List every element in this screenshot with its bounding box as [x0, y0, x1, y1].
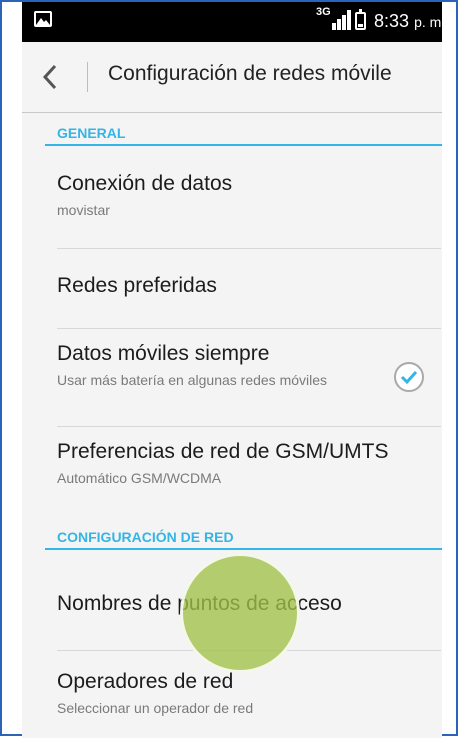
divider — [57, 426, 441, 427]
item-subtitle: Seleccionar un operador de red — [57, 700, 254, 716]
item-subtitle: Usar más batería en algunas redes móvile… — [57, 372, 328, 388]
item-subtitle: Automático GSM/WCDMA — [57, 470, 222, 486]
list-item-gsm-umts-preferences[interactable]: Preferencias de red de GSM/UMTS Automáti… — [57, 440, 441, 487]
list-item-data-connection[interactable]: Conexión de datos movistar — [57, 172, 441, 219]
item-subtitle: movistar — [57, 202, 110, 218]
section-header-network-config: CONFIGURACIÓN DE RED — [45, 520, 442, 550]
phone-screen: 3G 8:33 p. m. Configuración de redes móv… — [22, 2, 442, 738]
list-item-mobile-data-always[interactable]: Datos móviles siempre Usar más batería e… — [57, 342, 441, 389]
item-title: Operadores de red — [57, 670, 234, 693]
network-type-label: 3G — [316, 6, 331, 18]
divider — [57, 328, 441, 329]
section-header-general: GENERAL — [45, 116, 442, 146]
item-title: Conexión de datos — [57, 172, 233, 195]
clock-time: 8:33 — [374, 11, 410, 31]
signal-icon — [332, 10, 351, 30]
list-item-network-operators[interactable]: Operadores de red Seleccionar un operado… — [57, 670, 441, 717]
item-title: Preferencias de red de GSM/UMTS — [57, 440, 389, 463]
divider — [57, 248, 441, 249]
chevron-left-icon[interactable] — [42, 64, 58, 90]
battery-icon — [355, 9, 366, 30]
clock-ampm: p. m. — [414, 14, 442, 30]
mobile-data-always-checkbox[interactable] — [394, 362, 424, 392]
screenshot-frame: 3G 8:33 p. m. Configuración de redes móv… — [0, 0, 458, 738]
check-icon — [400, 370, 418, 385]
item-title: Datos móviles siempre — [57, 342, 270, 365]
action-bar-divider — [87, 62, 88, 92]
action-bar: Configuración de redes móvile — [22, 42, 442, 113]
item-title: Redes preferidas — [57, 274, 217, 297]
page-title: Configuración de redes móvile — [108, 62, 392, 85]
touch-indicator — [180, 553, 300, 673]
status-bar: 3G 8:33 p. m. — [22, 2, 442, 42]
gallery-icon — [34, 11, 52, 27]
status-clock: 8:33 p. m. — [374, 11, 442, 32]
list-item-preferred-networks[interactable]: Redes preferidas — [57, 274, 441, 298]
